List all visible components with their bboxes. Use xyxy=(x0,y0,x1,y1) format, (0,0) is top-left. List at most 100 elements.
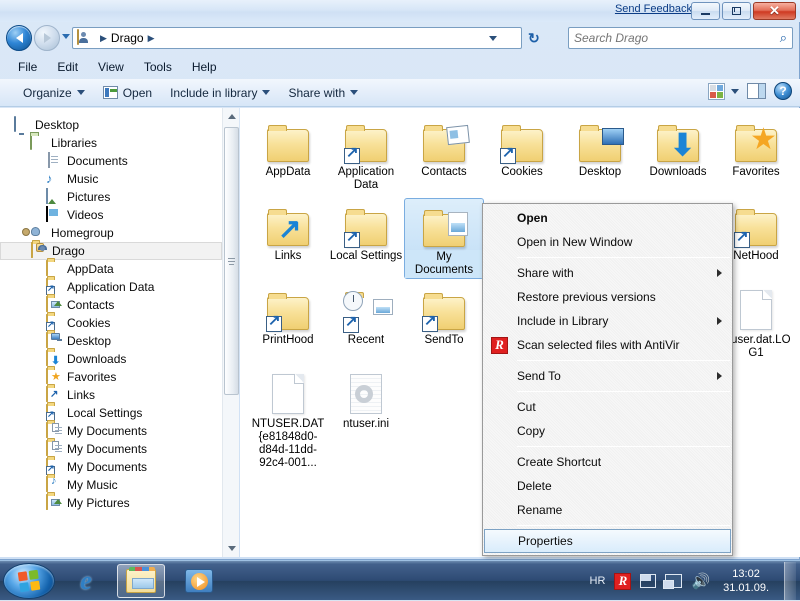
change-view-icon[interactable] xyxy=(708,83,725,100)
context-menu-item-open-in-new-window[interactable]: Open in New Window xyxy=(483,230,732,254)
folder-tree: Desktop LibrariesDocuments♪MusicPicturesV… xyxy=(0,108,222,512)
sidebar-item-cookies[interactable]: Cookies xyxy=(0,314,222,332)
context-menu-item-rename[interactable]: Rename xyxy=(483,498,732,522)
sidebar-item-desktop[interactable]: Desktop xyxy=(0,332,222,350)
menu-help[interactable]: Help xyxy=(182,58,227,76)
file-item-printhood[interactable]: PrintHood xyxy=(248,282,328,348)
action-center-flag-icon[interactable] xyxy=(640,574,656,588)
sidebar-item-my-documents[interactable]: My Documents xyxy=(0,440,222,458)
context-menu-item-send-to[interactable]: Send To xyxy=(483,364,732,388)
sidebar-item-libraries[interactable]: Libraries xyxy=(0,134,222,152)
context-menu-item-restore-previous-versions[interactable]: Restore previous versions xyxy=(483,285,732,309)
sidebar-item-downloads[interactable]: ⬇Downloads xyxy=(0,350,222,368)
documents-folder-icon xyxy=(405,199,483,247)
antivir-tray-icon[interactable]: R xyxy=(614,573,631,590)
context-menu-item-delete[interactable]: Delete xyxy=(483,474,732,498)
file-item-downloads[interactable]: ⬇Downloads xyxy=(638,114,718,180)
sidebar-item-documents[interactable]: Documents xyxy=(0,152,222,170)
sidebar-item-videos[interactable]: Videos xyxy=(0,206,222,224)
picture-icon xyxy=(46,189,62,205)
taskbar-windows-media-player[interactable] xyxy=(175,564,223,598)
menu-file[interactable]: File xyxy=(8,58,47,76)
refresh-icon[interactable]: ↻ xyxy=(528,30,540,47)
file-item-appdata[interactable]: AppData xyxy=(248,114,328,180)
sidebar-item-music[interactable]: ♪Music xyxy=(0,170,222,188)
sidebar-item-contacts[interactable]: Contacts xyxy=(0,296,222,314)
preview-pane-icon[interactable] xyxy=(747,83,766,99)
menu-tools[interactable]: Tools xyxy=(134,58,182,76)
sidebar-item-links[interactable]: ↗Links xyxy=(0,386,222,404)
file-item-sendto[interactable]: SendTo xyxy=(404,282,484,348)
menu-edit[interactable]: Edit xyxy=(47,58,88,76)
recent-locations-chevron-down-icon[interactable] xyxy=(62,34,70,39)
file-item-ntuser-dat-e81848d0-d84d-11dd-92c4-001[interactable]: NTUSER.DAT{e81848d0-d84d-11dd-92c4-001..… xyxy=(248,366,328,471)
minimize-button[interactable] xyxy=(691,2,720,20)
forward-button[interactable] xyxy=(34,25,60,51)
show-desktop-button[interactable] xyxy=(784,562,796,600)
file-item-links[interactable]: ↗Links xyxy=(248,198,328,264)
back-button[interactable] xyxy=(6,25,32,51)
taskbar-windows-explorer[interactable] xyxy=(117,564,165,598)
language-indicator[interactable]: HR xyxy=(590,575,606,587)
file-item-recent[interactable]: Recent xyxy=(326,282,406,348)
back-arrow-icon xyxy=(16,33,23,43)
file-item-cookies[interactable]: Cookies xyxy=(482,114,562,180)
context-menu-separator xyxy=(517,257,730,258)
file-item-favorites[interactable]: ★Favorites xyxy=(716,114,796,180)
sidebar-item-my-documents[interactable]: My Documents xyxy=(0,422,222,440)
sidebar-item-drago[interactable]: Drago xyxy=(0,242,222,260)
sidebar-item-favorites[interactable]: ★Favorites xyxy=(0,368,222,386)
context-menu-item-properties[interactable]: Properties xyxy=(484,529,731,553)
organize-button[interactable]: Organize xyxy=(14,83,94,103)
scroll-down-button[interactable] xyxy=(223,540,240,557)
breadcrumb-item-drago[interactable]: Drago xyxy=(111,31,144,45)
include-in-library-button[interactable]: Include in library xyxy=(161,83,279,103)
start-button[interactable] xyxy=(3,563,55,599)
context-menu-item-scan-selected-files-with-antivir[interactable]: RScan selected files with AntiVir xyxy=(483,333,732,357)
breadcrumb-separator-icon[interactable]: ▶ xyxy=(144,33,159,44)
file-item-contacts[interactable]: Contacts xyxy=(404,114,484,180)
context-menu-item-cut[interactable]: Cut xyxy=(483,395,732,419)
view-chevron-down-icon[interactable] xyxy=(731,89,739,94)
sidebar-item-my-pictures[interactable]: My Pictures xyxy=(0,494,222,512)
context-menu-item-create-shortcut[interactable]: Create Shortcut xyxy=(483,450,732,474)
sidebar-item-my-music[interactable]: ♪My Music xyxy=(0,476,222,494)
address-chevron-down-icon[interactable] xyxy=(489,36,497,41)
context-menu-item-share-with[interactable]: Share with xyxy=(483,261,732,285)
search-box[interactable]: ⌕ xyxy=(568,27,793,49)
search-input[interactable] xyxy=(574,31,780,45)
favorites-folder-icon: ★ xyxy=(716,114,796,162)
sidebar-item-application-data[interactable]: Application Data xyxy=(0,278,222,296)
scroll-up-button[interactable] xyxy=(223,108,240,125)
share-with-button[interactable]: Share with xyxy=(279,83,367,103)
close-button[interactable]: ✕ xyxy=(753,2,796,20)
open-button[interactable]: Open xyxy=(94,83,161,103)
sidebar-item-my-documents[interactable]: My Documents xyxy=(0,458,222,476)
sidebar-item-pictures[interactable]: Pictures xyxy=(0,188,222,206)
folder-icon xyxy=(46,261,62,277)
navigation-pane-scrollbar[interactable] xyxy=(222,108,239,557)
send-feedback-link[interactable]: Send Feedback xyxy=(615,3,692,15)
taskbar-internet-explorer[interactable]: e xyxy=(62,564,110,598)
file-item-desktop[interactable]: Desktop xyxy=(560,114,640,180)
help-icon[interactable]: ? xyxy=(774,82,792,100)
context-menu-item-include-in-library[interactable]: Include in Library xyxy=(483,309,732,333)
menu-view[interactable]: View xyxy=(88,58,134,76)
sidebar-item-appdata[interactable]: AppData xyxy=(0,260,222,278)
address-bar[interactable]: ▶ Drago ▶ xyxy=(72,27,522,49)
file-item-my-documents[interactable]: My Documents xyxy=(404,198,484,279)
sidebar-item-local-settings[interactable]: Local Settings xyxy=(0,404,222,422)
sidebar-item-label: My Documents xyxy=(67,460,147,474)
context-menu-item-copy[interactable]: Copy xyxy=(483,419,732,443)
file-item-local-settings[interactable]: Local Settings xyxy=(326,198,406,264)
menu-bar: File Edit View Tools Help xyxy=(0,56,800,78)
clock[interactable]: 13:02 31.01.09. xyxy=(719,567,773,595)
network-icon[interactable] xyxy=(665,574,682,588)
scrollbar-thumb[interactable] xyxy=(224,127,239,395)
volume-icon[interactable]: 🔊 xyxy=(691,574,710,589)
file-item-ntuser-ini[interactable]: ntuser.ini xyxy=(326,366,406,432)
include-in-library-label: Include in library xyxy=(170,86,257,100)
context-menu-item-open[interactable]: Open xyxy=(483,206,732,230)
file-item-application-data[interactable]: Application Data xyxy=(326,114,406,193)
restore-button[interactable] xyxy=(722,2,751,20)
